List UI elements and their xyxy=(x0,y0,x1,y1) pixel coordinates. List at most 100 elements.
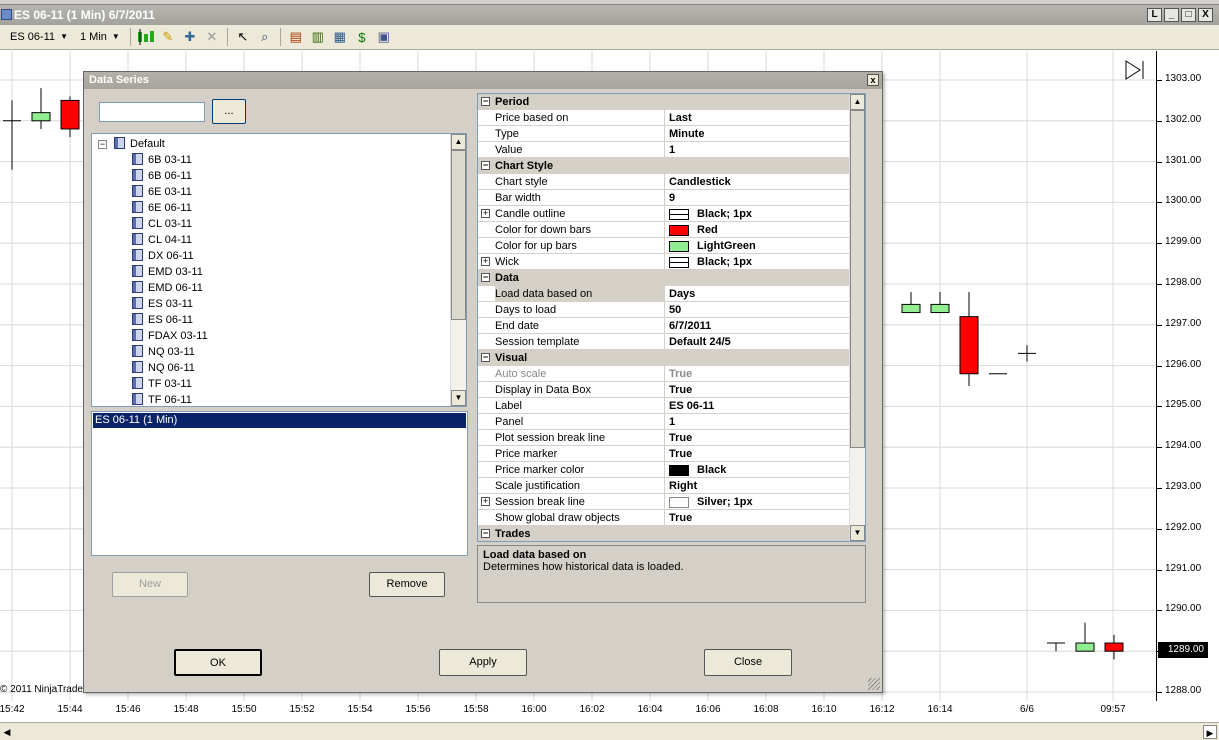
prop-down-color[interactable]: Color for down bars Red xyxy=(478,222,849,238)
instrument-lookup-button[interactable]: ... xyxy=(212,99,246,124)
expand-icon[interactable]: + xyxy=(481,257,490,266)
collapse-icon[interactable]: − xyxy=(481,97,490,106)
category-visual[interactable]: − Visual xyxy=(478,350,849,366)
prop-value[interactable]: Days xyxy=(665,286,849,302)
tree-item[interactable]: 6E 03-11 xyxy=(132,184,192,200)
category-chart-style[interactable]: − Chart Style xyxy=(478,158,849,174)
scrollbar-thumb[interactable] xyxy=(850,110,865,448)
prop-scale-justification[interactable]: Scale justification Right xyxy=(478,478,849,494)
tree-item[interactable]: EMD 03-11 xyxy=(132,264,203,280)
tree-item[interactable]: NQ 06-11 xyxy=(132,360,195,376)
prop-bar-width[interactable]: Bar width 9 xyxy=(478,190,849,206)
prop-value[interactable]: ES 06-11 xyxy=(665,398,849,414)
maximize-button[interactable]: □ xyxy=(1181,8,1196,22)
prop-panel[interactable]: Panel 1 xyxy=(478,414,849,430)
prop-value[interactable]: 9 xyxy=(665,190,849,206)
tree-item[interactable]: ES 06-11 xyxy=(132,312,193,328)
scroll-left-icon[interactable]: ◀ xyxy=(0,725,14,739)
prop-value[interactable]: Default 24/5 xyxy=(665,334,849,350)
prop-value[interactable]: True xyxy=(665,430,849,446)
prop-show-global[interactable]: Show global draw objects True xyxy=(478,510,849,526)
prop-value[interactable]: Right xyxy=(665,478,849,494)
prop-load-based-on[interactable]: Load data based on Days xyxy=(478,286,849,302)
prop-value[interactable]: Black xyxy=(665,462,849,478)
remove-button[interactable]: Remove xyxy=(369,572,445,597)
add-indicator-icon[interactable]: ✚ xyxy=(179,27,201,47)
tree-item[interactable]: 6E 06-11 xyxy=(132,200,192,216)
tree-item[interactable]: CL 03-11 xyxy=(132,216,192,232)
prop-value[interactable]: True xyxy=(665,446,849,462)
collapse-icon[interactable]: − xyxy=(481,161,490,170)
scroll-right-icon[interactable]: ▶ xyxy=(1203,725,1217,739)
collapse-icon[interactable]: − xyxy=(481,273,490,282)
prop-plot-session-break[interactable]: Plot session break line True xyxy=(478,430,849,446)
prop-price-based-on[interactable]: Price based on Last xyxy=(478,110,849,126)
tree-item[interactable]: EMD 06-11 xyxy=(132,280,203,296)
prop-value[interactable]: Silver; 1px xyxy=(665,494,849,510)
interval-dropdown[interactable]: 1 Min ▼ xyxy=(74,27,126,47)
prop-label[interactable]: Label ES 06-11 xyxy=(478,398,849,414)
link-button[interactable]: L xyxy=(1147,8,1162,22)
prop-value[interactable]: 50 xyxy=(665,302,849,318)
tree-item[interactable]: FDAX 03-11 xyxy=(132,328,208,344)
prop-wick[interactable]: + Wick Black; 1px xyxy=(478,254,849,270)
pointer-icon[interactable]: ↖ xyxy=(232,27,254,47)
instrument-tree[interactable]: − Default 6B 03-11 6B 06-11 6E 03-11 6E 06-… xyxy=(91,133,467,407)
prop-type[interactable]: Type Minute xyxy=(478,126,849,142)
scroll-down-icon[interactable]: ▼ xyxy=(451,390,466,406)
new-button[interactable]: New xyxy=(112,572,188,597)
selected-series-list[interactable]: ES 06-11 (1 Min) xyxy=(91,411,468,556)
collapse-icon[interactable]: − xyxy=(481,353,490,362)
resize-grip-icon[interactable] xyxy=(868,678,880,690)
property-scrollbar[interactable]: ▲ ▼ xyxy=(849,94,865,541)
expand-icon[interactable]: + xyxy=(481,209,490,218)
prop-value[interactable]: Minute xyxy=(665,126,849,142)
dollar-icon[interactable]: $ xyxy=(351,27,373,47)
tree-item[interactable]: ES 03-11 xyxy=(132,296,193,312)
prop-value[interactable]: 1 xyxy=(665,414,849,430)
close-window-button[interactable]: X xyxy=(1198,8,1213,22)
chart-horizontal-scrollbar[interactable]: ◀ ▶ xyxy=(0,722,1219,740)
properties-icon[interactable]: ▣ xyxy=(373,27,395,47)
tree-item[interactable]: NQ 03-11 xyxy=(132,344,195,360)
dialog-close-button[interactable]: x xyxy=(867,74,879,86)
tree-item[interactable]: TF 06-11 xyxy=(132,392,192,406)
instrument-dropdown[interactable]: ES 06-11 ▼ xyxy=(4,27,74,47)
prop-value[interactable]: True xyxy=(665,510,849,526)
tree-item[interactable]: TF 03-11 xyxy=(132,376,192,392)
minimize-button[interactable]: _ xyxy=(1164,8,1179,22)
category-data[interactable]: − Data xyxy=(478,270,849,286)
chart-icon[interactable]: ▦ xyxy=(329,27,351,47)
instrument-search-input[interactable] xyxy=(99,102,205,122)
tree-root-default[interactable]: Default xyxy=(114,136,165,152)
prop-display-data-box[interactable]: Display in Data Box True xyxy=(478,382,849,398)
prop-candle-outline[interactable]: + Candle outline Black; 1px xyxy=(478,206,849,222)
scroll-to-end-icon[interactable] xyxy=(1124,59,1146,81)
prop-days-to-load[interactable]: Days to load 50 xyxy=(478,302,849,318)
prop-value[interactable]: Candlestick xyxy=(665,174,849,190)
expand-icon[interactable]: + xyxy=(481,497,490,506)
prop-value[interactable]: Black; 1px xyxy=(665,206,849,222)
candlestick-style-icon[interactable] xyxy=(135,27,157,47)
apply-button[interactable]: Apply xyxy=(439,649,527,676)
scroll-down-icon[interactable]: ▼ xyxy=(850,525,865,541)
scroll-up-icon[interactable]: ▲ xyxy=(850,94,865,110)
category-period[interactable]: − Period xyxy=(478,94,849,110)
prop-value[interactable]: 6/7/2011 xyxy=(665,318,849,334)
prop-price-marker[interactable]: Price marker True xyxy=(478,446,849,462)
tree-item[interactable]: 6B 06-11 xyxy=(132,168,192,184)
prop-value[interactable]: Value 1 xyxy=(478,142,849,158)
prop-up-color[interactable]: Color for up bars LightGreen xyxy=(478,238,849,254)
prop-end-date[interactable]: End date 6/7/2011 xyxy=(478,318,849,334)
prop-session-template[interactable]: Session template Default 24/5 xyxy=(478,334,849,350)
scrollbar-thumb[interactable] xyxy=(451,150,466,320)
tree-scrollbar[interactable]: ▲ ▼ xyxy=(450,134,466,406)
tree-item[interactable]: DX 06-11 xyxy=(132,248,194,264)
prop-session-break-line[interactable]: + Session break line Silver; 1px xyxy=(478,494,849,510)
tree-item[interactable]: 6B 03-11 xyxy=(132,152,192,168)
category-trades[interactable]: − Trades xyxy=(478,526,849,541)
selected-series-item[interactable]: ES 06-11 (1 Min) xyxy=(93,413,466,428)
collapse-icon[interactable]: − xyxy=(481,529,490,538)
prop-value[interactable]: Last xyxy=(665,110,849,126)
prop-value[interactable]: LightGreen xyxy=(665,238,849,254)
